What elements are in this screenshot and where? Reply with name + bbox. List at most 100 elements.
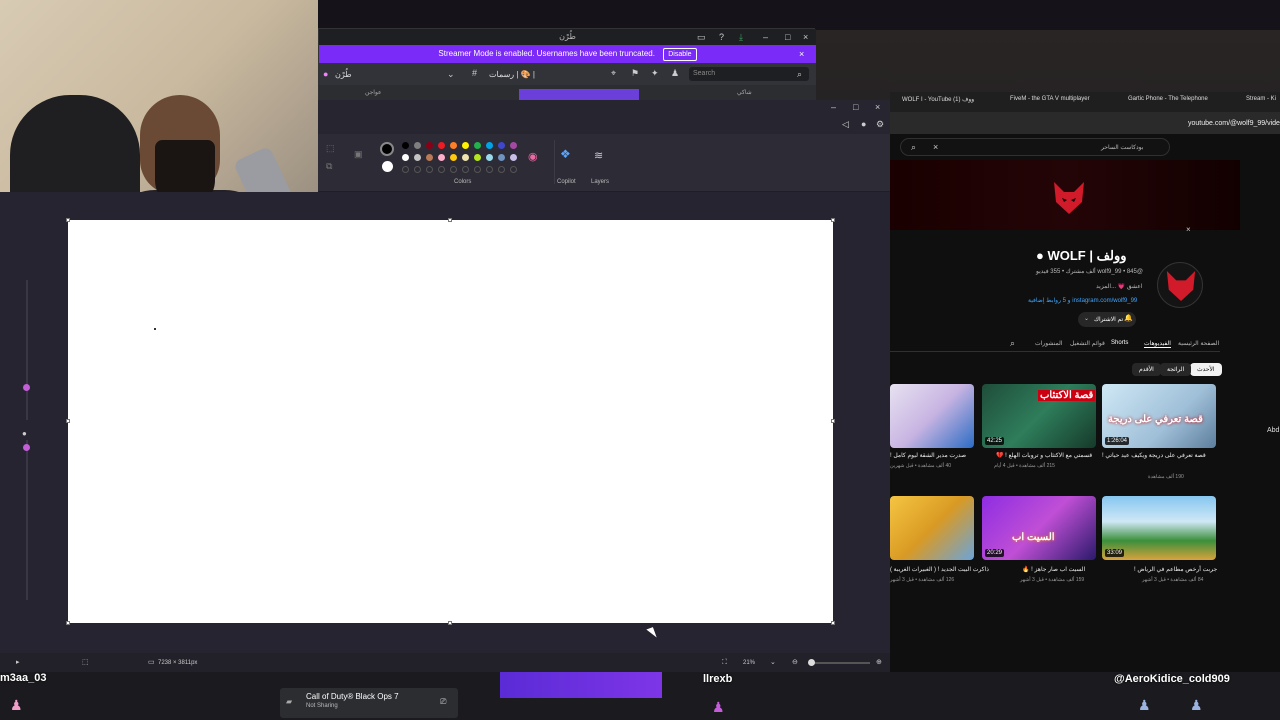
paint-minimize-icon[interactable]: – bbox=[831, 103, 836, 112]
clear-search-icon[interactable]: × bbox=[933, 143, 938, 152]
mic-slider-track[interactable] bbox=[26, 440, 28, 600]
banner-close-icon[interactable]: × bbox=[799, 50, 804, 59]
volume-slider-knob[interactable] bbox=[23, 384, 30, 391]
stream-preview-thumbnail[interactable] bbox=[500, 672, 662, 698]
image-tool-icon[interactable]: ▣ bbox=[354, 150, 363, 159]
resize-handle[interactable] bbox=[66, 419, 70, 423]
selection-tool-icon[interactable]: ⬚ bbox=[326, 144, 335, 153]
palette-color-swatch[interactable] bbox=[486, 142, 493, 149]
palette-color-swatch[interactable] bbox=[474, 142, 481, 149]
account-icon[interactable]: ● bbox=[861, 120, 866, 129]
video-thumbnail[interactable]: السيت اب 20:29 bbox=[982, 496, 1096, 560]
chevron-down-icon[interactable]: ⌄ bbox=[447, 70, 455, 79]
subscribed-button[interactable]: ⌄ تم الاشتراك 🔔 bbox=[1078, 312, 1136, 327]
palette-color-swatch[interactable] bbox=[450, 154, 457, 161]
discord-search-input[interactable]: Search ⌕ bbox=[689, 67, 809, 81]
resize-handle[interactable] bbox=[448, 218, 452, 222]
game-activity-card[interactable]: ▰ Call of Duty® Black Ops 7 Not Sharing … bbox=[280, 688, 458, 718]
custom-color-slot[interactable] bbox=[498, 166, 505, 173]
youtube-search-box[interactable]: ⌕ × بودكاست الساحر bbox=[900, 138, 1170, 156]
channel-description[interactable]: اعشق 💗 ...المزيد bbox=[1096, 283, 1143, 290]
channel-links[interactable]: instagram.com/wolf9_99 و 5 روابط إضافية bbox=[1028, 297, 1137, 304]
palette-color-swatch[interactable] bbox=[498, 154, 505, 161]
zoom-out-icon[interactable]: ⊖ bbox=[792, 659, 798, 666]
zoom-dropdown-icon[interactable]: ⌄ bbox=[770, 659, 776, 666]
palette-color-swatch[interactable] bbox=[426, 154, 433, 161]
custom-color-slot[interactable] bbox=[450, 166, 457, 173]
zoom-slider-track[interactable] bbox=[810, 662, 870, 664]
video-title[interactable]: قصة تعرفي على دريجة ويكيف عيد حياتي ! bbox=[1102, 452, 1206, 459]
minimize-icon[interactable]: – bbox=[763, 33, 768, 42]
palette-color-swatch[interactable] bbox=[462, 154, 469, 161]
browser-tab-gartic[interactable]: Gartic Phone - The Telephone bbox=[1128, 96, 1208, 102]
browser-tab-youtube[interactable]: WOLF I - YouTube ووف (1) bbox=[902, 96, 974, 103]
palette-color-swatch[interactable] bbox=[402, 154, 409, 161]
share-icon[interactable]: ◁ bbox=[842, 120, 849, 129]
video-thumbnail[interactable] bbox=[890, 384, 974, 448]
layers-label[interactable]: Layers bbox=[591, 179, 609, 185]
secondary-color-swatch[interactable] bbox=[382, 161, 393, 172]
channel-search-icon[interactable]: ⌕ bbox=[1010, 339, 1015, 348]
chip-oldest[interactable]: الأقدم bbox=[1132, 363, 1161, 376]
close-icon[interactable]: × bbox=[803, 33, 808, 42]
palette-color-swatch[interactable] bbox=[498, 142, 505, 149]
palette-color-swatch[interactable] bbox=[438, 142, 445, 149]
settings-gear-icon[interactable]: ⚙ bbox=[876, 120, 884, 129]
paint-maximize-icon[interactable]: □ bbox=[853, 103, 858, 112]
custom-color-slot[interactable] bbox=[402, 166, 409, 173]
custom-color-slot[interactable] bbox=[510, 166, 517, 173]
banner-close-icon[interactable]: × bbox=[1186, 226, 1191, 234]
mic-slider-knob[interactable] bbox=[23, 444, 30, 451]
mic-icon[interactable]: ● bbox=[22, 430, 27, 438]
drawing-canvas[interactable] bbox=[66, 218, 835, 625]
copilot-label[interactable]: Copilot bbox=[557, 179, 576, 185]
palette-color-swatch[interactable] bbox=[438, 154, 445, 161]
custom-color-slot[interactable] bbox=[414, 166, 421, 173]
palette-color-swatch[interactable] bbox=[402, 142, 409, 149]
video-title[interactable]: قسمتي مع الاكتئاب و تروبات الهلع ! 💔 bbox=[996, 452, 1092, 459]
volume-slider-track[interactable] bbox=[26, 280, 28, 420]
palette-color-swatch[interactable] bbox=[450, 142, 457, 149]
palette-color-swatch[interactable] bbox=[414, 154, 421, 161]
browser-tab-stream[interactable]: Stream - Ki bbox=[1246, 96, 1276, 102]
resize-handle[interactable] bbox=[66, 218, 70, 222]
help-icon[interactable]: ? bbox=[719, 33, 724, 42]
resize-handle[interactable] bbox=[66, 621, 70, 625]
palette-color-swatch[interactable] bbox=[486, 154, 493, 161]
chip-latest[interactable]: الأحدث bbox=[1190, 363, 1222, 376]
custom-color-slot[interactable] bbox=[438, 166, 445, 173]
paint-close-icon[interactable]: × bbox=[875, 103, 880, 112]
copilot-icon[interactable]: ❖ bbox=[560, 148, 571, 160]
pin-icon[interactable]: ✦ bbox=[651, 69, 659, 78]
resize-handle[interactable] bbox=[831, 218, 835, 222]
custom-color-slot[interactable] bbox=[426, 166, 433, 173]
inbox-icon[interactable]: ▭ bbox=[697, 33, 706, 42]
threads-icon[interactable]: ⌖ bbox=[611, 69, 616, 78]
layers-icon[interactable]: ≋ bbox=[594, 151, 603, 162]
download-icon[interactable]: ⤓ bbox=[739, 33, 743, 42]
video-thumbnail[interactable]: قصة الاكتئاب 42:25 bbox=[982, 384, 1096, 448]
zoom-level[interactable]: 21% bbox=[743, 660, 755, 666]
palette-color-swatch[interactable] bbox=[462, 142, 469, 149]
edit-colors-icon[interactable]: ◉ bbox=[528, 152, 538, 163]
video-title[interactable]: صدرت مدير الشقة ليوم كامل ! bbox=[890, 452, 966, 459]
palette-color-swatch[interactable] bbox=[510, 154, 517, 161]
palette-color-swatch[interactable] bbox=[474, 154, 481, 161]
palette-color-swatch[interactable] bbox=[426, 142, 433, 149]
url-text[interactable]: youtube.com/@wolf9_99/vide bbox=[1188, 120, 1280, 127]
share-screen-icon[interactable]: ⎚ bbox=[440, 698, 446, 706]
custom-color-slot[interactable] bbox=[474, 166, 481, 173]
crop-tool-icon[interactable]: ⧉ bbox=[326, 162, 332, 171]
search-icon[interactable]: ⌕ bbox=[911, 143, 916, 152]
video-title[interactable]: جربت أرخص مطاعم في الرياض ! bbox=[1134, 566, 1217, 573]
zoom-in-icon[interactable]: ⊕ bbox=[876, 659, 882, 666]
video-title[interactable]: السيت اب صار جاهز ! 🔥 bbox=[1022, 566, 1085, 573]
video-thumbnail[interactable]: 33:09 bbox=[1102, 496, 1216, 560]
channel-avatar[interactable] bbox=[1157, 262, 1203, 308]
primary-color-swatch[interactable] bbox=[380, 142, 394, 156]
zoom-slider-knob[interactable] bbox=[808, 659, 815, 666]
chip-popular[interactable]: الرائجة bbox=[1160, 363, 1192, 376]
tab-posts[interactable]: المنشورات bbox=[1035, 340, 1062, 347]
disable-streamer-mode-button[interactable]: Disable bbox=[663, 48, 697, 61]
tab-home[interactable]: الصفحة الرئيسية bbox=[1178, 340, 1219, 347]
